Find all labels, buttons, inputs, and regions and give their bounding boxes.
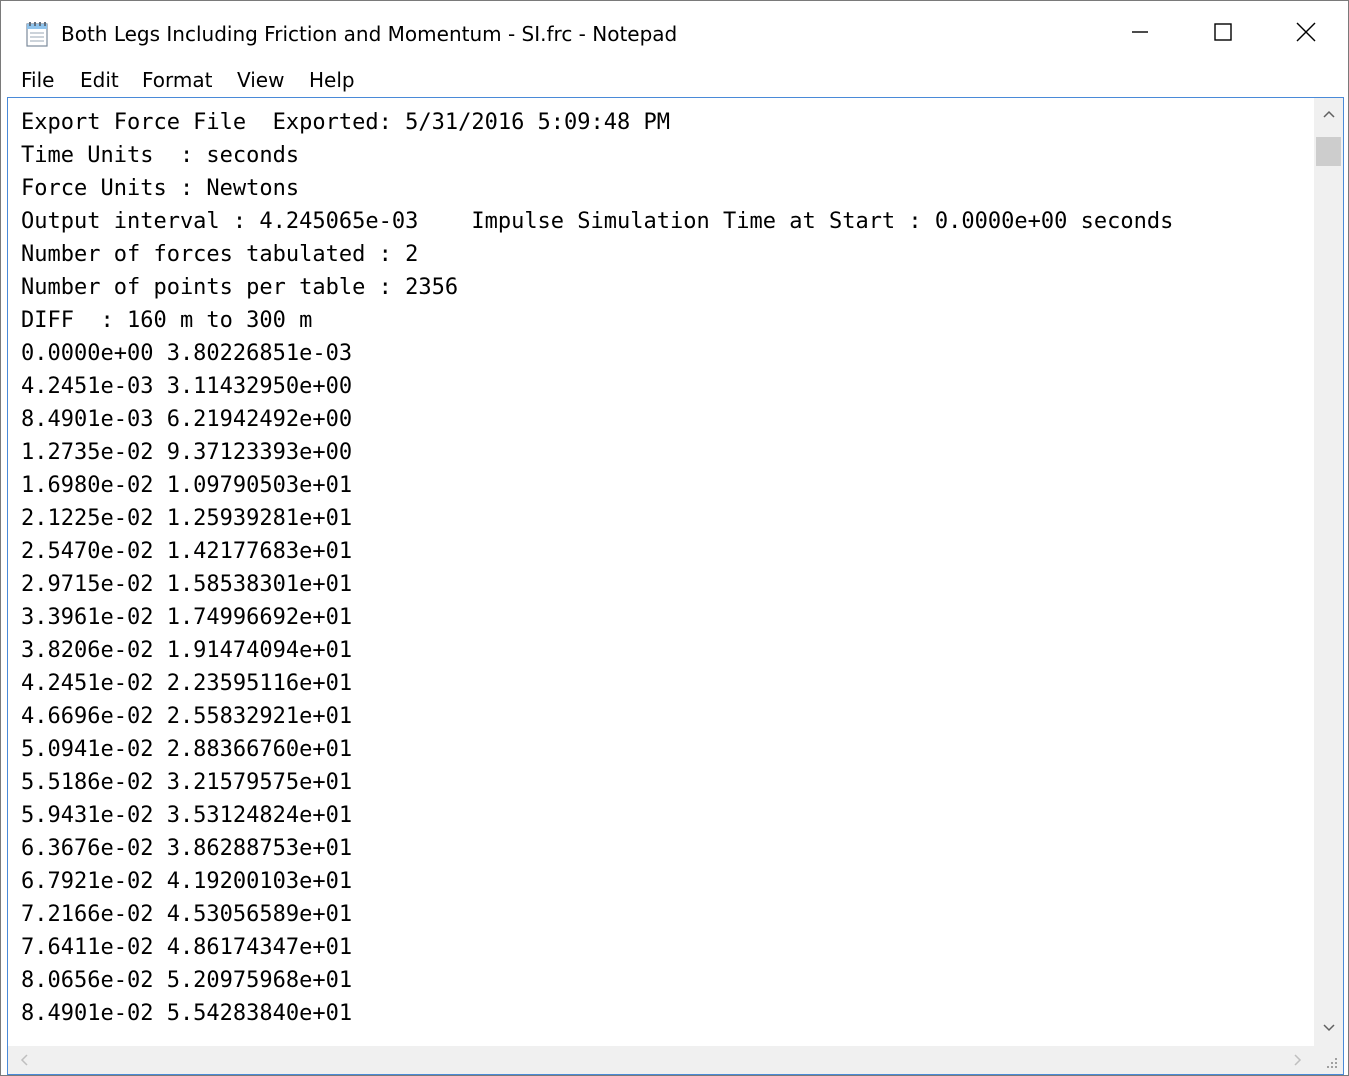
document-line: 1.2735e-02 9.37123393e+00	[21, 440, 353, 465]
document-line: 3.3961e-02 1.74996692e+01	[21, 605, 353, 630]
document-text[interactable]: Export Force File Exported: 5/31/2016 5:…	[21, 106, 1321, 1030]
text-editor-area[interactable]: Export Force File Exported: 5/31/2016 5:…	[7, 97, 1344, 1075]
window-title: Both Legs Including Friction and Momentu…	[61, 22, 678, 46]
document-line: Time Units : seconds	[21, 143, 300, 168]
document-line: 6.7921e-02 4.19200103e+01	[21, 869, 353, 894]
chevron-up-icon	[1322, 110, 1335, 118]
document-line: 2.9715e-02 1.58538301e+01	[21, 572, 353, 597]
scroll-left-button[interactable]	[14, 1050, 34, 1070]
menu-help[interactable]: Help	[309, 67, 355, 93]
document-line: Force Units : Newtons	[21, 176, 300, 201]
document-line: 8.0656e-02 5.20975968e+01	[21, 968, 353, 993]
document-line: 7.6411e-02 4.86174347e+01	[21, 935, 353, 960]
document-line: 7.2166e-02 4.53056589e+01	[21, 902, 353, 927]
document-line: 3.8206e-02 1.91474094e+01	[21, 638, 353, 663]
maximize-icon	[1214, 23, 1232, 41]
scroll-right-button[interactable]	[1288, 1050, 1308, 1070]
document-line: 4.2451e-02 2.23595116e+01	[21, 671, 353, 696]
document-line: 6.3676e-02 3.86288753e+01	[21, 836, 353, 861]
document-line: 1.6980e-02 1.09790503e+01	[21, 473, 353, 498]
maximize-button[interactable]	[1181, 1, 1265, 63]
menu-format[interactable]: Format	[142, 67, 212, 93]
vertical-scroll-thumb[interactable]	[1316, 137, 1341, 166]
document-line: 5.9431e-02 3.53124824e+01	[21, 803, 353, 828]
resize-grip[interactable]	[1314, 1046, 1343, 1074]
document-line: DIFF : 160 m to 300 m	[21, 308, 313, 333]
document-line: Number of points per table : 2356	[21, 275, 459, 300]
notepad-icon	[23, 21, 51, 47]
document-line: 2.1225e-02 1.25939281e+01	[21, 506, 353, 531]
document-line: 5.0941e-02 2.88366760e+01	[21, 737, 353, 762]
scroll-up-button[interactable]	[1314, 104, 1343, 124]
document-line: 0.0000e+00 3.80226851e-03	[21, 341, 353, 366]
menu-file[interactable]: File	[21, 67, 54, 93]
menu-bar: File Edit Format View Help	[1, 63, 1348, 97]
chevron-left-icon	[20, 1054, 28, 1066]
horizontal-scrollbar[interactable]	[8, 1046, 1315, 1074]
document-line: 4.2451e-03 3.11432950e+00	[21, 374, 353, 399]
document-line: 8.4901e-02 5.54283840e+01	[21, 1001, 353, 1026]
document-line: Number of forces tabulated : 2	[21, 242, 419, 267]
menu-view[interactable]: View	[237, 67, 284, 93]
document-line: 5.5186e-02 3.21579575e+01	[21, 770, 353, 795]
minimize-button[interactable]	[1098, 1, 1182, 63]
document-line: 8.4901e-03 6.21942492e+00	[21, 407, 353, 432]
chevron-down-icon	[1322, 1024, 1335, 1032]
scroll-down-button[interactable]	[1314, 1018, 1343, 1038]
vertical-scrollbar[interactable]	[1314, 98, 1343, 1047]
document-line: 2.5470e-02 1.42177683e+01	[21, 539, 353, 564]
document-line: 4.6696e-02 2.55832921e+01	[21, 704, 353, 729]
minimize-icon	[1132, 31, 1148, 33]
close-icon	[1296, 22, 1316, 42]
document-line: Output interval : 4.245065e-03 Impulse S…	[21, 209, 1174, 234]
resize-grip-icon	[1327, 1058, 1337, 1068]
title-bar[interactable]: Both Legs Including Friction and Momentu…	[1, 1, 1348, 63]
menu-edit[interactable]: Edit	[80, 67, 119, 93]
notepad-window: Both Legs Including Friction and Momentu…	[0, 0, 1349, 1076]
chevron-right-icon	[1294, 1054, 1302, 1066]
document-line: Export Force File Exported: 5/31/2016 5:…	[21, 110, 671, 135]
close-button[interactable]	[1264, 1, 1348, 63]
